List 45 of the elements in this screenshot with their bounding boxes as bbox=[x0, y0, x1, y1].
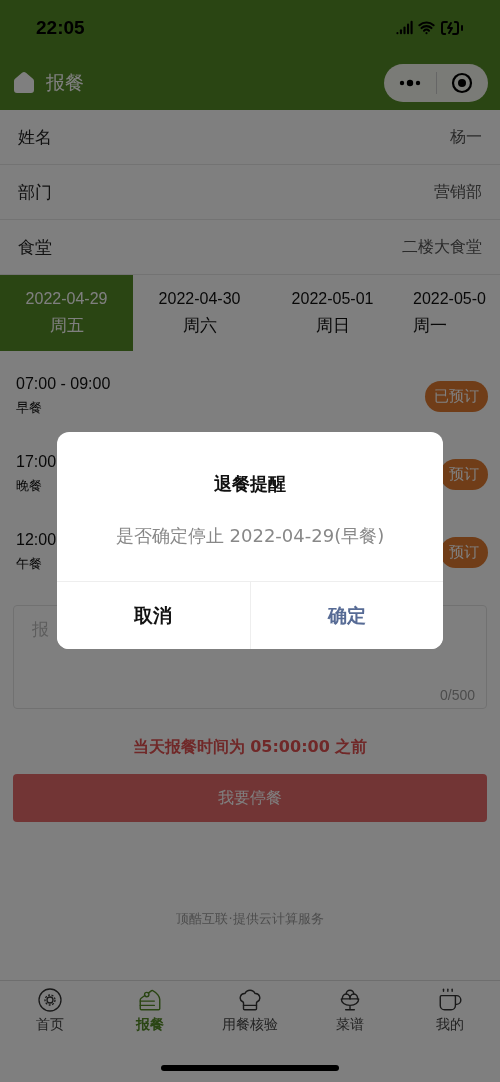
info-label: 姓名 bbox=[18, 125, 52, 149]
tab-date: 2022-05-01 bbox=[291, 289, 374, 308]
meal-name: 午餐 bbox=[16, 555, 43, 573]
info-value: 营销部 bbox=[434, 181, 482, 203]
chef-hat-icon bbox=[237, 987, 263, 1013]
tab-bar-item[interactable]: 我的 bbox=[400, 981, 500, 1043]
status-time: 22:05 bbox=[36, 16, 85, 39]
stop-meal-button[interactable]: 我要停餐 bbox=[13, 774, 487, 822]
info-value: 杨一 bbox=[450, 126, 482, 148]
tab-weekday: 周五 bbox=[49, 313, 84, 337]
tab-weekday: 周六 bbox=[182, 313, 217, 337]
meal-time: 12:00 bbox=[16, 531, 57, 549]
info-value: 二楼大食堂 bbox=[402, 236, 482, 258]
cake-icon bbox=[137, 987, 163, 1013]
home-icon[interactable] bbox=[12, 70, 36, 95]
more-icon[interactable] bbox=[398, 78, 421, 87]
tab-weekday: 周日 bbox=[315, 313, 350, 337]
confirm-button[interactable]: 确定 bbox=[249, 582, 443, 649]
booked-badge[interactable]: 已预订 bbox=[425, 380, 488, 412]
date-tab[interactable]: 2022-04-29 周五 bbox=[0, 275, 133, 351]
deadline-notice: 当天报餐时间为 05:00:00 之前 bbox=[131, 737, 369, 758]
meal-time: 07:00 - 09:00 bbox=[16, 375, 111, 393]
meal-name: 晚餐 bbox=[16, 477, 43, 495]
tab-bar-item[interactable]: 首页 bbox=[0, 981, 100, 1043]
tab-weekday: 周一 bbox=[413, 313, 447, 337]
wifi-icon bbox=[418, 19, 435, 36]
tab-date: 2022-05-0 bbox=[413, 289, 486, 308]
tab-date: 2022-04-29 bbox=[25, 289, 108, 308]
tab-date: 2022-04-30 bbox=[158, 289, 241, 308]
booked-badge[interactable]: 预订 bbox=[440, 536, 488, 568]
tab-bar-item[interactable]: 用餐核验 bbox=[200, 981, 300, 1043]
booked-badge[interactable]: 预订 bbox=[440, 458, 488, 490]
dialog-message: 是否确定停止 2022-04-29(早餐) bbox=[114, 524, 386, 548]
meal-time: 17:00 bbox=[16, 453, 57, 471]
signal-icon bbox=[396, 19, 413, 36]
page-title: 报餐 bbox=[46, 69, 84, 95]
meal-name: 早餐 bbox=[16, 399, 43, 417]
info-label: 部门 bbox=[18, 180, 52, 204]
cup-icon bbox=[437, 987, 463, 1013]
donut-icon bbox=[37, 987, 63, 1013]
target-icon[interactable] bbox=[451, 71, 474, 94]
tab-bar-item[interactable]: 报餐 bbox=[100, 981, 200, 1043]
tab-bar-item[interactable]: 菜谱 bbox=[300, 981, 400, 1043]
info-label: 食堂 bbox=[18, 235, 52, 259]
dialog-title: 退餐提醒 bbox=[213, 472, 287, 496]
